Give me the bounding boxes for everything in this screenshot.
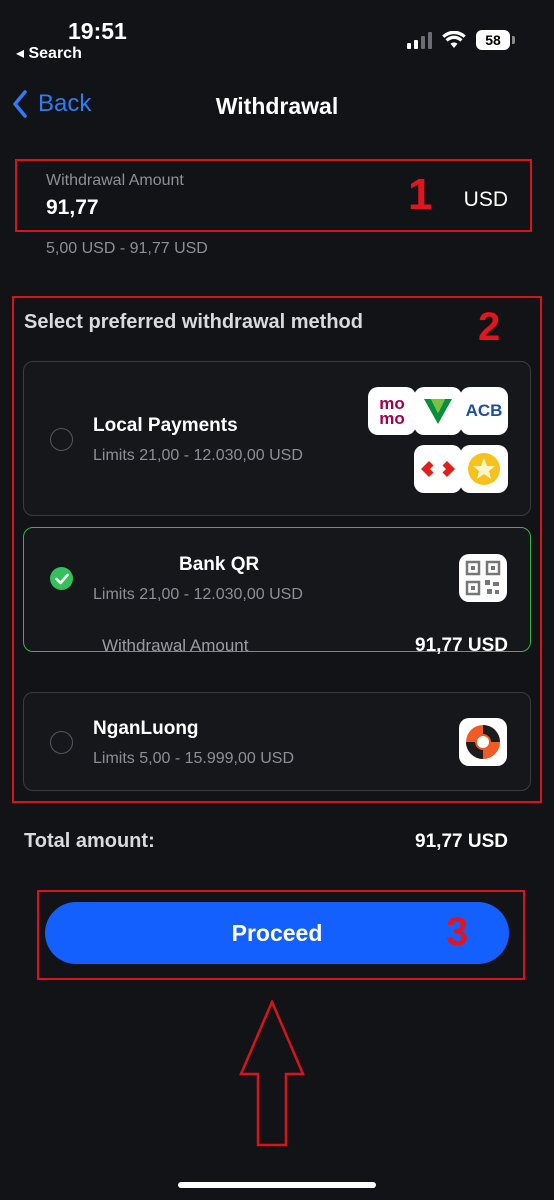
annotation-number-1: 1 xyxy=(408,170,433,219)
status-icons: 58 xyxy=(407,30,515,50)
radio-local-payments[interactable] xyxy=(50,428,73,451)
amount-currency: USD xyxy=(463,188,508,211)
method-card-nganluong[interactable] xyxy=(23,692,531,791)
amount-label: Withdrawal Amount xyxy=(46,172,184,189)
method-limits: Limits 5,00 - 15.999,00 USD xyxy=(93,750,294,767)
checkmark-icon xyxy=(54,573,69,584)
signal-icon xyxy=(407,31,432,49)
amount-range: 5,00 USD - 91,77 USD xyxy=(46,240,208,257)
qr-code-icon xyxy=(459,554,507,602)
method-card-local-payments[interactable] xyxy=(23,361,531,516)
momo-logo-icon: mo mo xyxy=(368,387,416,435)
method-section-title: Select preferred withdrawal method xyxy=(24,311,363,333)
back-to-search-link[interactable]: ◂ Search xyxy=(16,43,82,63)
status-time: 19:51 xyxy=(68,18,127,44)
sacombank-logo-icon xyxy=(460,445,508,493)
vietcombank-logo-icon xyxy=(414,387,462,435)
radio-bank-qr-checked[interactable] xyxy=(50,567,73,590)
techcombank-logo-icon xyxy=(414,445,462,493)
wifi-icon xyxy=(442,31,466,48)
total-amount-label: Total amount: xyxy=(24,830,155,852)
amount-input[interactable]: 91,77 xyxy=(46,196,99,220)
bank-qr-amount-value: 91,77 USD xyxy=(415,635,508,656)
home-indicator[interactable] xyxy=(178,1182,376,1188)
annotation-number-3: 3 xyxy=(446,910,469,954)
method-name: NganLuong xyxy=(93,718,199,739)
method-name: Bank QR xyxy=(179,554,260,575)
radio-nganluong[interactable] xyxy=(50,731,73,754)
annotation-arrow-up-icon xyxy=(239,1000,305,1147)
annotation-number-2: 2 xyxy=(478,305,501,349)
battery-indicator: 58 xyxy=(476,30,515,50)
nganluong-logo-icon xyxy=(459,718,507,766)
acb-logo-icon: ACB xyxy=(460,387,508,435)
page-title: Withdrawal xyxy=(215,93,339,119)
method-limits: Limits 21,00 - 12.030,00 USD xyxy=(93,586,303,603)
acb-logo-text: ACB xyxy=(465,401,503,420)
total-amount-value: 91,77 USD xyxy=(415,831,508,852)
bank-qr-amount-label: Withdrawal Amount xyxy=(102,636,249,655)
proceed-button[interactable]: Proceed xyxy=(45,902,509,964)
method-name: Local Payments xyxy=(93,415,238,436)
method-limits: Limits 21,00 - 12.030,00 USD xyxy=(93,447,303,464)
